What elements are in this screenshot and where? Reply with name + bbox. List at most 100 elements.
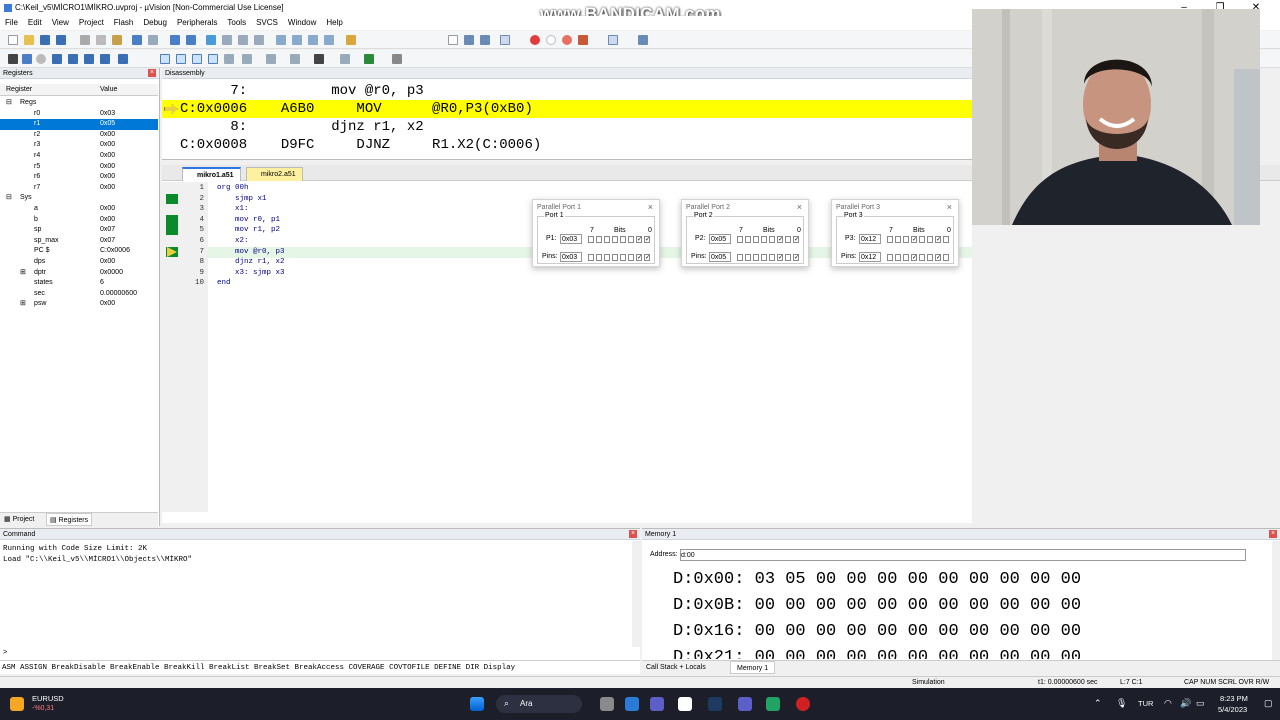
- stop-icon[interactable]: [36, 54, 46, 64]
- wifi-icon[interactable]: ◠: [1164, 698, 1172, 709]
- nav-forward-icon[interactable]: [186, 35, 196, 45]
- expand-toggle-icon[interactable]: ⊞: [20, 299, 26, 310]
- register-row[interactable]: r1 0x05: [0, 119, 158, 130]
- pins-value[interactable]: 0x03: [560, 252, 582, 262]
- unindent-icon[interactable]: [292, 35, 302, 45]
- bit-checkbox[interactable]: [612, 236, 618, 243]
- register-row[interactable]: r0 0x03: [0, 109, 158, 120]
- code-line[interactable]: org 00h: [217, 184, 249, 192]
- code-line[interactable]: x1:: [217, 205, 249, 213]
- close-icon[interactable]: ×: [797, 202, 802, 212]
- bit-checkbox[interactable]: [745, 254, 751, 261]
- bit-checkbox[interactable]: [785, 236, 791, 243]
- bit-checkbox[interactable]: [620, 254, 626, 261]
- disasm-line[interactable]: C:0x0008 D9FC DJNZ R1.X2(C:0006): [162, 136, 972, 154]
- find-combo[interactable]: [448, 35, 458, 45]
- save-all-icon[interactable]: [56, 35, 66, 45]
- copy-icon[interactable]: [96, 35, 106, 45]
- menu-help[interactable]: Help: [321, 18, 347, 27]
- notifications-icon[interactable]: ▢: [1264, 698, 1273, 709]
- clock-time[interactable]: 8:23 PM: [1220, 694, 1248, 703]
- register-row[interactable]: a 0x00: [0, 204, 158, 215]
- cut-icon[interactable]: [80, 35, 90, 45]
- menu-edit[interactable]: Edit: [23, 18, 47, 27]
- bandicam-icon[interactable]: [796, 697, 810, 711]
- file-explorer-icon[interactable]: [625, 697, 639, 711]
- bit-checkbox[interactable]: [919, 254, 925, 261]
- command-scrollbar[interactable]: [632, 541, 640, 647]
- menu-svcs[interactable]: SVCS: [251, 18, 283, 27]
- tab-registers[interactable]: ▤ Registers: [46, 513, 93, 526]
- register-row[interactable]: sec 0.00000600: [0, 289, 158, 300]
- column-register[interactable]: Register: [6, 84, 32, 96]
- config-icon[interactable]: [578, 35, 588, 45]
- bit-checkbox[interactable]: [620, 236, 626, 243]
- settings-wrench-icon[interactable]: [638, 35, 648, 45]
- register-row[interactable]: r2 0x00: [0, 130, 158, 141]
- bit-checkbox-checked[interactable]: ✓: [777, 236, 783, 243]
- bit-checkbox[interactable]: [927, 254, 933, 261]
- bit-checkbox[interactable]: [943, 254, 949, 261]
- menu-window[interactable]: Window: [283, 18, 321, 27]
- bit-checkbox[interactable]: [785, 254, 791, 261]
- menu-file[interactable]: File: [0, 18, 23, 27]
- teams-icon[interactable]: [738, 697, 752, 711]
- disassembly-window-icon[interactable]: [176, 54, 186, 64]
- bit-checkbox[interactable]: [895, 236, 901, 243]
- menu-view[interactable]: View: [47, 18, 74, 27]
- step-over-icon[interactable]: [68, 54, 78, 64]
- teams-icon[interactable]: [650, 697, 664, 711]
- bit-checkbox[interactable]: [737, 254, 743, 261]
- bit-checkbox-checked[interactable]: ✓: [636, 254, 642, 261]
- pins-value[interactable]: 0x12: [859, 252, 881, 262]
- bit-checkbox-checked[interactable]: ✓: [935, 254, 941, 261]
- call-stack-icon[interactable]: [224, 54, 234, 64]
- command-window-icon[interactable]: [160, 54, 170, 64]
- bookmark-icon[interactable]: [206, 35, 216, 45]
- bit-checkbox[interactable]: [887, 236, 893, 243]
- command-prompt[interactable]: >: [3, 649, 8, 657]
- tab-call-stack[interactable]: Call Stack + Locals: [646, 661, 706, 675]
- close-icon[interactable]: ×: [648, 202, 653, 212]
- find-icon[interactable]: [464, 35, 474, 45]
- bit-checkbox-checked[interactable]: ✓: [911, 254, 917, 261]
- bit-checkbox[interactable]: [943, 236, 949, 243]
- nav-back-icon[interactable]: [170, 35, 180, 45]
- save-icon[interactable]: [40, 35, 50, 45]
- bit-checkbox[interactable]: [769, 236, 775, 243]
- symbols-window-icon[interactable]: [192, 54, 202, 64]
- register-row[interactable]: ⊟ Sys: [0, 193, 158, 204]
- open-folder-icon[interactable]: [24, 35, 34, 45]
- disable-breakpoint-icon[interactable]: [546, 35, 556, 45]
- code-line[interactable]: x3: sjmp x3: [217, 269, 285, 277]
- disasm-source-line[interactable]: 7: mov @r0, p3: [162, 82, 972, 100]
- code-line[interactable]: mov r0, p1: [217, 216, 280, 224]
- run-to-cursor-icon[interactable]: [100, 54, 110, 64]
- analysis-window-icon[interactable]: [314, 54, 324, 64]
- menu-tools[interactable]: Tools: [222, 18, 251, 27]
- port-register-value[interactable]: 0x05: [709, 234, 731, 244]
- serial-window-icon[interactable]: [290, 54, 300, 64]
- prev-bookmark-icon[interactable]: [222, 35, 232, 45]
- comment-icon[interactable]: [308, 35, 318, 45]
- search-box[interactable]: ⌕ Ara: [496, 695, 582, 713]
- pins-value[interactable]: 0x05: [709, 252, 731, 262]
- debug-session-icon[interactable]: [500, 35, 510, 45]
- indent-icon[interactable]: [276, 35, 286, 45]
- bit-checkbox[interactable]: [588, 236, 594, 243]
- bit-checkbox[interactable]: [753, 254, 759, 261]
- register-row[interactable]: r5 0x00: [0, 162, 158, 173]
- bit-checkbox[interactable]: [919, 236, 925, 243]
- bit-checkbox[interactable]: [761, 236, 767, 243]
- register-row[interactable]: states 6: [0, 278, 158, 289]
- column-value[interactable]: Value: [100, 84, 117, 96]
- menu-flash[interactable]: Flash: [109, 18, 139, 27]
- system-viewer-icon[interactable]: [364, 54, 374, 64]
- watch-window-icon[interactable]: [242, 54, 252, 64]
- bit-checkbox[interactable]: [737, 236, 743, 243]
- bit-checkbox[interactable]: [753, 236, 759, 243]
- toolbox-icon[interactable]: [392, 54, 402, 64]
- stock-widget-icon[interactable]: [10, 697, 24, 711]
- tab-mikro2[interactable]: mikro2.a51: [246, 167, 303, 181]
- bit-checkbox[interactable]: [903, 254, 909, 261]
